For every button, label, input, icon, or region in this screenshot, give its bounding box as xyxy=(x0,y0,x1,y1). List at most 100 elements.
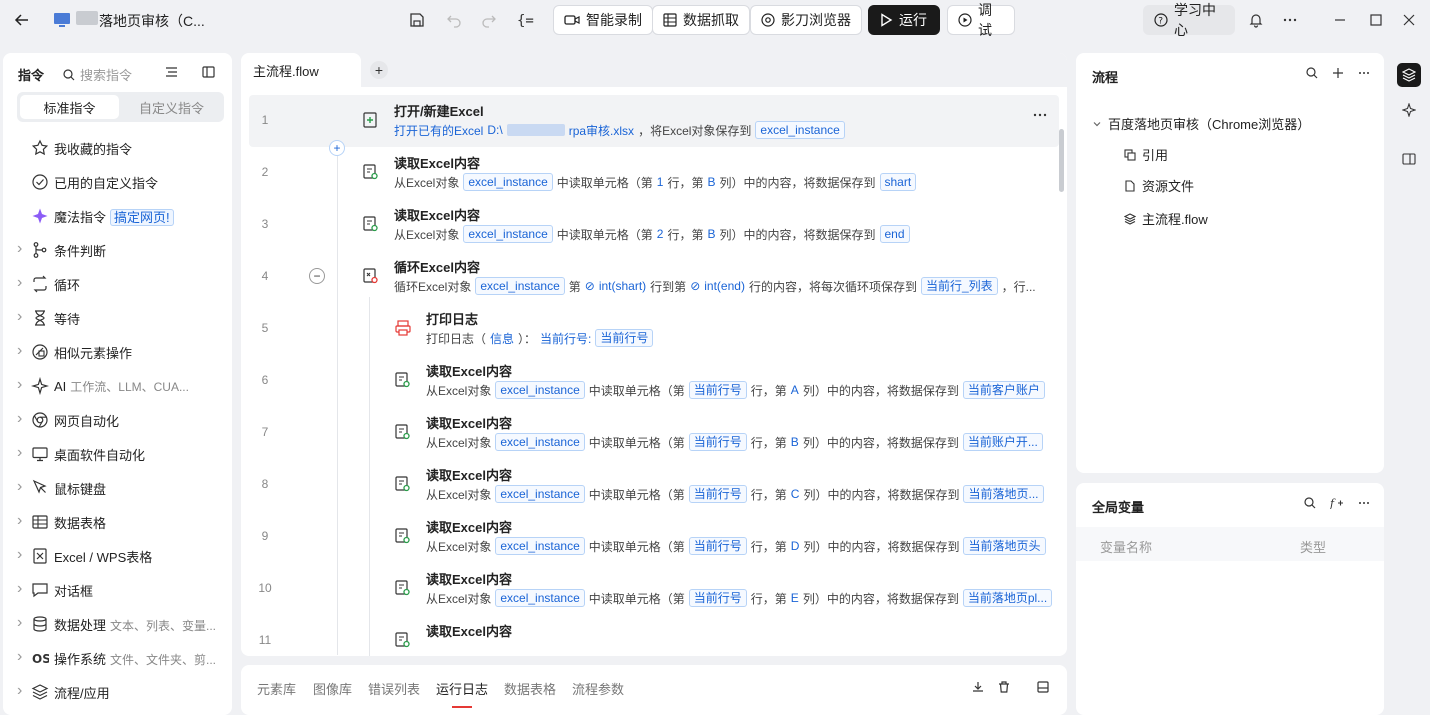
close-icon[interactable] xyxy=(1399,10,1419,30)
more-horizontal-icon[interactable] xyxy=(1358,67,1370,79)
variable-tag[interactable]: 当前行号 xyxy=(688,589,747,607)
flow-tree-item-reference[interactable]: 引用 xyxy=(1124,145,1168,164)
variable-tag[interactable]: excel_instance xyxy=(495,589,585,607)
flow-tree-root[interactable]: 百度落地页审核（Chrome浏览器） xyxy=(1092,114,1310,133)
command-category-item[interactable]: › 鼠标键盘 xyxy=(3,471,232,505)
variable-tag[interactable]: end xyxy=(879,225,910,243)
variable-tag[interactable]: 当前落地页头 xyxy=(963,537,1046,555)
variable-tag[interactable]: 当前账户开... xyxy=(962,433,1043,451)
code-braces-icon[interactable]: {=} xyxy=(515,10,535,30)
variable-tag[interactable]: excel_instance xyxy=(475,277,565,295)
command-category-item[interactable]: › 网页自动化 xyxy=(3,403,232,437)
variable-tag[interactable]: excel_instance xyxy=(495,537,585,555)
flow-step[interactable]: 7 读取Excel内容 从Excel对象 excel_instance 中读取单元格（第… xyxy=(249,407,1059,459)
redo-icon[interactable] xyxy=(479,10,499,30)
command-category-item[interactable]: › 对话框 xyxy=(3,573,232,607)
command-category-item[interactable]: › Excel / WPS表格 xyxy=(3,539,232,573)
tab-error-list[interactable]: 错误列表 xyxy=(368,679,420,698)
flow-step[interactable]: 3 读取Excel内容 从Excel对象 excel_instance 中读取单元格（第… xyxy=(249,199,1059,251)
command-category-item[interactable]: › 相似元素操作 xyxy=(3,335,232,369)
search-icon[interactable] xyxy=(1306,67,1318,79)
tab-standard-commands[interactable]: 标准指令 xyxy=(20,95,119,119)
add-icon[interactable] xyxy=(1332,67,1344,79)
variable-tag[interactable]: 当前行号 xyxy=(688,433,747,451)
flow-step[interactable]: 5 打印日志 打印日志（ 信息）： 当前行号: 当前行号 xyxy=(249,303,1059,355)
trash-icon[interactable] xyxy=(998,681,1010,693)
variable-tag[interactable]: 当前客户账户 xyxy=(962,381,1045,399)
run-button[interactable]: 运行 xyxy=(868,5,940,35)
add-tab-button[interactable]: + xyxy=(370,61,388,79)
flow-tree-item-resources[interactable]: 资源文件 xyxy=(1124,176,1194,195)
flow-step[interactable]: 2 读取Excel内容 从Excel对象 excel_instance 中读取单元格（第… xyxy=(249,147,1059,199)
variable-tag[interactable]: excel_instance xyxy=(463,173,553,191)
command-category-item[interactable]: › 条件判断 xyxy=(3,233,232,267)
search-icon[interactable] xyxy=(1304,497,1316,509)
command-category-item[interactable]: › 桌面软件自动化 xyxy=(3,437,232,471)
flow-step[interactable]: 10 读取Excel内容 从Excel对象 excel_instance 中读取单元格（… xyxy=(249,563,1059,615)
flow-step[interactable]: 8 读取Excel内容 从Excel对象 excel_instance 中读取单元格（第… xyxy=(249,459,1059,511)
tab-flow-params[interactable]: 流程参数 xyxy=(572,679,624,698)
tab-element-library[interactable]: 元素库 xyxy=(257,679,296,698)
flow-tree-item-main[interactable]: 主流程.flow xyxy=(1124,209,1208,228)
command-category-item[interactable]: › 等待 xyxy=(3,301,232,335)
command-category-item[interactable]: › 数据表格 xyxy=(3,505,232,539)
sidebar-toggle-icon[interactable] xyxy=(202,66,215,78)
data-grab-button[interactable]: 数据抓取 xyxy=(652,5,750,35)
undo-icon[interactable] xyxy=(444,10,464,30)
bell-icon[interactable] xyxy=(1246,10,1266,30)
variable-tag[interactable]: excel_instance xyxy=(495,485,585,503)
sidebar-right-icon[interactable] xyxy=(1402,152,1416,166)
yingdao-browser-button[interactable]: 影刀浏览器 xyxy=(750,5,862,35)
editor-scrollbar[interactable] xyxy=(1059,129,1064,192)
collapse-loop-button[interactable]: − xyxy=(309,268,325,284)
command-category-item[interactable]: 魔法指令 搞定网页! xyxy=(3,199,232,233)
layers-panel-button[interactable] xyxy=(1397,63,1421,87)
variable-tag[interactable]: 当前行号 xyxy=(688,381,747,399)
command-category-item[interactable]: › 循环 xyxy=(3,267,232,301)
variable-tag[interactable]: excel_instance xyxy=(495,433,585,451)
command-category-item[interactable]: › OS 操作系统 文件、文件夹、剪... xyxy=(3,641,232,675)
variable-tag[interactable]: 当前落地页... xyxy=(963,485,1044,503)
variable-tag[interactable]: 当前行号 xyxy=(688,485,747,503)
flow-step[interactable]: 1 打开/新建Excel 打开已有的Excel D:\ rpa审核.xlsx ，将Exce… xyxy=(249,95,1059,147)
sparkle-icon[interactable] xyxy=(1402,103,1416,117)
flow-step[interactable]: 6 读取Excel内容 从Excel对象 excel_instance 中读取单元格（第… xyxy=(249,355,1059,407)
tab-run-log[interactable]: 运行日志 xyxy=(436,679,488,698)
variable-tag[interactable]: excel_instance xyxy=(755,121,845,139)
tab-image-library[interactable]: 图像库 xyxy=(313,679,352,698)
more-horizontal-icon[interactable] xyxy=(1280,10,1300,30)
magic-command-tag[interactable]: 搞定网页! xyxy=(110,208,174,226)
save-icon[interactable] xyxy=(407,10,427,30)
variable-tag[interactable]: excel_instance xyxy=(495,381,585,399)
step-more-icon[interactable] xyxy=(1033,113,1047,117)
maximize-icon[interactable] xyxy=(1366,10,1386,30)
more-horizontal-icon[interactable] xyxy=(1358,497,1370,509)
variable-tag[interactable]: 当前行_列表 xyxy=(920,277,998,295)
tab-data-table[interactable]: 数据表格 xyxy=(504,679,556,698)
debug-button[interactable]: 调试 xyxy=(947,2,1015,38)
variable-tag[interactable]: 当前落地页pl... xyxy=(962,589,1053,607)
command-category-item[interactable]: › 流程/应用 xyxy=(3,675,232,709)
panel-layout-icon[interactable] xyxy=(1037,681,1049,693)
command-category-item[interactable]: › 数据处理 文本、列表、变量... xyxy=(3,607,232,641)
smart-record-button[interactable]: 智能录制 xyxy=(553,5,653,35)
command-search[interactable]: 搜索指令 xyxy=(63,65,132,84)
variable-tag[interactable]: 当前行号 xyxy=(688,537,747,555)
tab-main-flow[interactable]: 主流程.flow xyxy=(241,53,361,87)
learning-center-button[interactable]: ? 学习中心 xyxy=(1143,2,1235,38)
variable-tag[interactable]: 当前行号 xyxy=(595,329,654,347)
download-icon[interactable] xyxy=(972,681,984,693)
command-category-item[interactable]: 已用的自定义指令 xyxy=(3,165,232,199)
flow-step[interactable]: 4 循环Excel内容 循环Excel对象 excel_instance 第 ⊘ int(s… xyxy=(249,251,1059,303)
add-variable-icon[interactable]: f xyxy=(1330,497,1344,509)
command-category-item[interactable]: 我收藏的指令 xyxy=(3,131,232,165)
flow-step[interactable]: 11 读取Excel内容 xyxy=(249,615,1059,656)
variable-tag[interactable]: shart xyxy=(879,173,917,191)
flow-step[interactable]: 9 读取Excel内容 从Excel对象 excel_instance 中读取单元格（第… xyxy=(249,511,1059,563)
minimize-icon[interactable] xyxy=(1330,10,1350,30)
command-category-item[interactable]: › AI 工作流、LLM、CUA... xyxy=(3,369,232,403)
tab-custom-commands[interactable]: 自定义指令 xyxy=(122,95,221,119)
back-arrow-icon[interactable] xyxy=(12,10,32,30)
insert-step-button[interactable]: + xyxy=(329,140,345,156)
variable-tag[interactable]: excel_instance xyxy=(463,225,553,243)
